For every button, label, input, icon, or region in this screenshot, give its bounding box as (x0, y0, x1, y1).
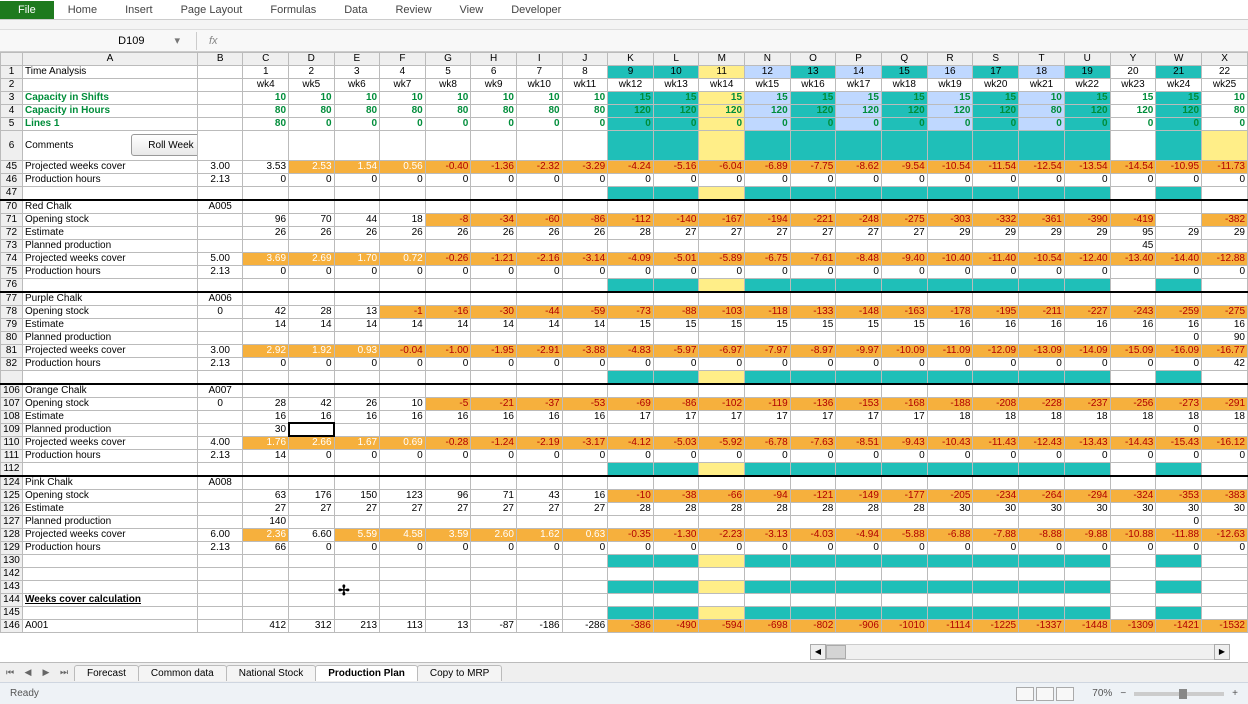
tab-file[interactable]: File (0, 1, 54, 19)
scroll-track[interactable] (826, 644, 1214, 660)
view-page-break[interactable] (1056, 687, 1074, 701)
sheet-nav-prev[interactable]: ◀ (22, 667, 34, 678)
sheet-nav-first[interactable]: ⏮ (4, 667, 16, 678)
view-buttons (1016, 687, 1074, 701)
grid[interactable]: ABCDEFGHIJKLMNOPQRSTUYWX1Time Analysis12… (0, 52, 1248, 660)
tab-formulas[interactable]: Formulas (256, 1, 330, 19)
roll-week-button[interactable]: Roll Week (131, 134, 197, 156)
hscroll: ◀ ▶ (810, 644, 1230, 660)
sheet-tab-production-plan[interactable]: Production Plan (315, 665, 418, 681)
sheet-tab-forecast[interactable]: Forecast (74, 665, 139, 681)
ribbon-bar (0, 20, 1248, 30)
tab-review[interactable]: Review (381, 1, 445, 19)
status-bar: Ready 70% − + (0, 682, 1248, 704)
tab-page-layout[interactable]: Page Layout (167, 1, 257, 19)
zoom-in[interactable]: + (1232, 688, 1238, 699)
formula-bar: D109▾ fx (0, 30, 1248, 52)
view-normal[interactable] (1016, 687, 1034, 701)
zoom-out[interactable]: − (1120, 688, 1126, 699)
sheet-tab-common-data[interactable]: Common data (138, 665, 227, 681)
tab-insert[interactable]: Insert (111, 1, 167, 19)
fx-icon[interactable]: fx (203, 35, 224, 47)
sheet-tab-national-stock[interactable]: National Stock (226, 665, 316, 681)
status-text: Ready (10, 688, 39, 699)
zoom-slider[interactable] (1134, 692, 1224, 696)
sheet-nav-last[interactable]: ⏭ (58, 667, 70, 678)
tab-data[interactable]: Data (330, 1, 381, 19)
zoom-label: 70% (1092, 688, 1112, 699)
sheet-nav: ⏮ ◀ ▶ ⏭ (0, 667, 74, 678)
tab-view[interactable]: View (446, 1, 498, 19)
scroll-right[interactable]: ▶ (1214, 644, 1230, 660)
scroll-thumb[interactable] (826, 645, 846, 659)
sheet-nav-next[interactable]: ▶ (40, 667, 52, 678)
sheet-tabs: ⏮ ◀ ▶ ⏭ Forecast Common data National St… (0, 662, 1248, 682)
view-page-layout[interactable] (1036, 687, 1054, 701)
tab-home[interactable]: Home (54, 1, 111, 19)
sheet-tab-copy-to-mrp[interactable]: Copy to MRP (417, 665, 502, 681)
chevron-down-icon[interactable]: ▾ (174, 34, 180, 47)
name-box[interactable]: D109▾ (0, 34, 190, 47)
ribbon-tabs: File Home Insert Page Layout Formulas Da… (0, 0, 1248, 20)
tab-developer[interactable]: Developer (497, 1, 575, 19)
scroll-left[interactable]: ◀ (810, 644, 826, 660)
